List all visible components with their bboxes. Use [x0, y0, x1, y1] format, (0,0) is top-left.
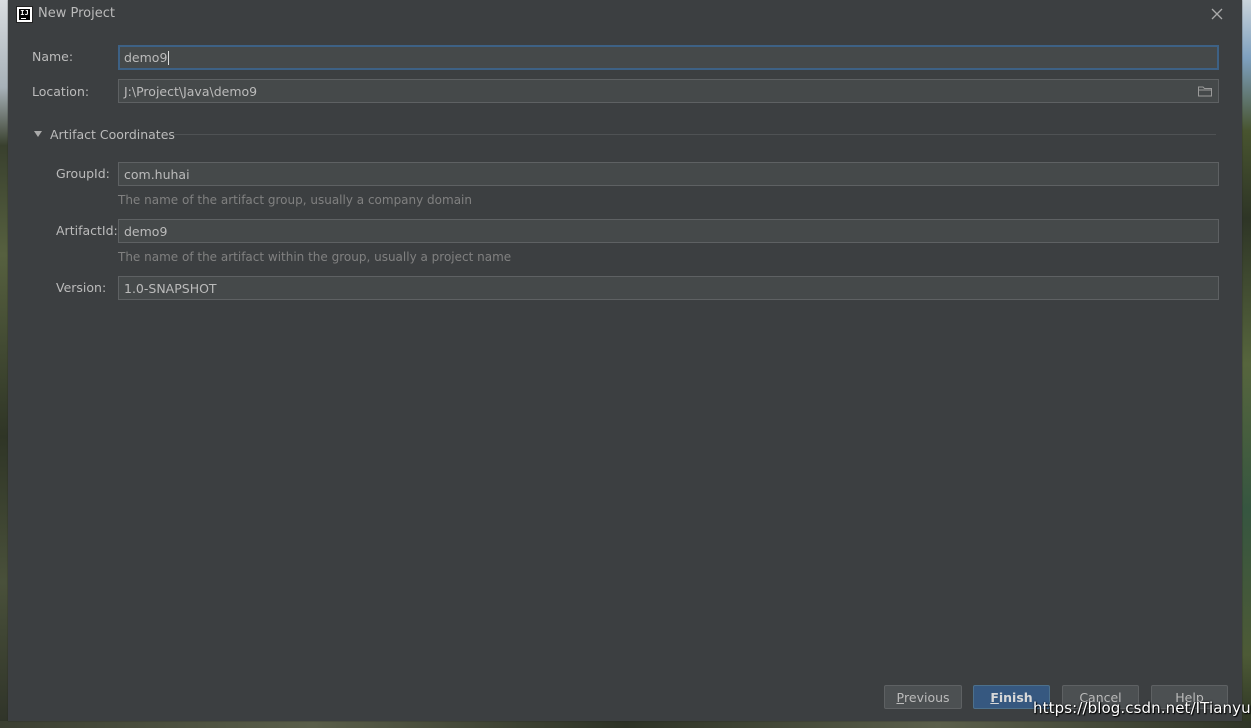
- version-value: 1.0-SNAPSHOT: [124, 280, 217, 296]
- window-title: New Project: [38, 6, 115, 21]
- location-value: J:\Project\Java\demo9: [124, 83, 258, 99]
- desktop-left-edge: [0, 0, 8, 728]
- version-input[interactable]: 1.0-SNAPSHOT: [118, 276, 1219, 300]
- section-divider: [174, 134, 1216, 135]
- finish-mnemonic: F: [990, 689, 999, 705]
- watermark-text: https://blog.csdn.net/ITianyue: [1033, 699, 1251, 717]
- close-icon: [1211, 8, 1223, 20]
- intellij-idea-icon: IJ: [16, 6, 33, 23]
- artifact-id-label: ArtifactId:: [56, 223, 118, 238]
- name-input[interactable]: demo9: [118, 45, 1219, 70]
- group-id-value: com.huhai: [124, 166, 190, 182]
- title-bar: IJ New Project: [8, 0, 1242, 28]
- name-label: Name:: [32, 49, 74, 64]
- version-label: Version:: [56, 280, 107, 295]
- group-id-label: GroupId:: [56, 166, 110, 181]
- desktop-background: IJ New Project Name: demo9 Location: J:\…: [0, 0, 1251, 728]
- artifact-id-input[interactable]: demo9: [118, 219, 1219, 243]
- new-project-dialog: IJ New Project Name: demo9 Location: J:\…: [8, 0, 1242, 721]
- location-label: Location:: [32, 84, 90, 99]
- section-title: Artifact Coordinates: [50, 126, 175, 142]
- artifact-id-value: demo9: [124, 223, 168, 239]
- previous-label: revious: [904, 689, 950, 705]
- name-value: demo9: [124, 50, 168, 65]
- artifact-coordinates-toggle[interactable]: Artifact Coordinates: [34, 125, 175, 143]
- previous-button[interactable]: Previous: [884, 685, 962, 709]
- desktop-bottom-edge: [0, 721, 1251, 728]
- group-id-input[interactable]: com.huhai: [118, 162, 1219, 186]
- triangle-down-icon: [34, 131, 42, 137]
- finish-label: inish: [998, 689, 1033, 705]
- text-caret: [168, 50, 170, 65]
- previous-mnemonic: P: [896, 689, 905, 705]
- folder-icon[interactable]: [1198, 85, 1212, 97]
- artifact-id-hint: The name of the artifact within the grou…: [118, 250, 512, 264]
- group-id-hint: The name of the artifact group, usually …: [118, 193, 472, 207]
- desktop-right-edge: [1242, 0, 1251, 728]
- close-button[interactable]: [1204, 2, 1230, 26]
- location-input[interactable]: J:\Project\Java\demo9: [118, 79, 1219, 103]
